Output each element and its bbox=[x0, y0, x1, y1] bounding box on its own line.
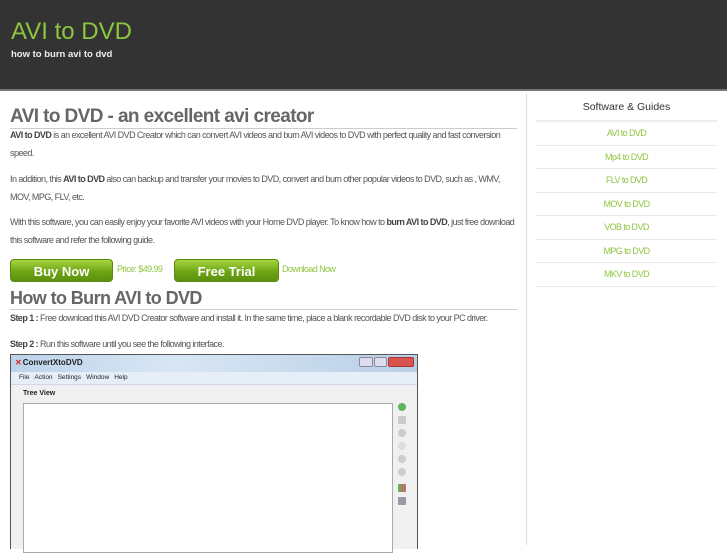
bold-text: AVI to DVD bbox=[63, 174, 105, 184]
down-icon bbox=[398, 468, 406, 476]
remove-icon bbox=[398, 429, 406, 437]
download-now-link[interactable]: Download Now bbox=[282, 264, 336, 274]
step-label: Step 2 : bbox=[10, 339, 39, 349]
free-trial-button[interactable]: Free Trial bbox=[174, 259, 279, 282]
edit-icon bbox=[398, 416, 406, 424]
minimize-icon bbox=[359, 357, 373, 367]
sidebar-item-mpg-to-dvd[interactable]: MPG to DVD bbox=[536, 240, 717, 263]
sidebar-item-vob-to-dvd[interactable]: VOB to DVD bbox=[536, 216, 717, 240]
tree-view-box bbox=[23, 403, 393, 553]
site-tagline: how to burn avi to dvd bbox=[11, 49, 113, 60]
app-titlebar: ✕ConvertXtoDVD bbox=[11, 355, 417, 372]
close-icon bbox=[388, 357, 414, 367]
paragraph-text: In addition, this bbox=[10, 174, 64, 184]
settings-icon bbox=[398, 484, 406, 492]
paragraph-text: is an excellent AVI DVD Creator which ca… bbox=[10, 130, 501, 158]
step-1: Step 1 : Free download this AVI DVD Crea… bbox=[10, 309, 520, 327]
app-menubar: File Action Settings Window Help bbox=[11, 372, 417, 385]
sidebar-item-avi-to-dvd[interactable]: AVI to DVD bbox=[536, 122, 717, 146]
sidebar-item-mov-to-dvd[interactable]: MOV to DVD bbox=[536, 193, 717, 216]
site-header: AVI to DVD how to burn avi to dvd bbox=[0, 0, 727, 91]
info-icon bbox=[398, 442, 406, 450]
app-logo-icon: ✕ bbox=[15, 358, 22, 367]
sidebar-item-mkv-to-dvd[interactable]: MKV to DVD bbox=[536, 263, 717, 287]
step-text: Free download this AVI DVD Creator softw… bbox=[38, 313, 488, 323]
app-screenshot: ✕ConvertXtoDVD File Action Settings Window H… bbox=[10, 354, 418, 553]
section-heading: How to Burn AVI to DVD bbox=[10, 288, 517, 310]
main-content: AVI to DVD - an excellent avi creator AV… bbox=[0, 93, 527, 553]
addition-paragraph: In addition, this AVI to DVD also can ba… bbox=[10, 170, 520, 206]
sidebar-title: Software & Guides bbox=[536, 93, 717, 122]
bold-text: burn AVI to DVD bbox=[386, 217, 448, 227]
sidebar-item-mp4-to-dvd[interactable]: Mp4 to DVD bbox=[536, 146, 717, 169]
up-icon bbox=[398, 455, 406, 463]
app-menu-help: Help bbox=[114, 374, 128, 381]
sidebar-item-flv-to-dvd[interactable]: FLV to DVD bbox=[536, 169, 717, 193]
step-2: Step 2 : Run this software until you see… bbox=[10, 335, 520, 353]
step-label: Step 1 : bbox=[10, 313, 39, 323]
sidebar: Software & Guides AVI to DVD Mp4 to DVD … bbox=[536, 93, 717, 287]
app-title: ConvertXtoDVD bbox=[22, 358, 83, 367]
step-text: Run this software until you see the foll… bbox=[38, 339, 224, 349]
monitor-icon bbox=[398, 497, 406, 505]
site-title[interactable]: AVI to DVD bbox=[11, 18, 132, 46]
buy-now-button[interactable]: Buy Now bbox=[10, 259, 113, 282]
intro-paragraph: AVI to DVD is an excellent AVI DVD Creat… bbox=[10, 126, 520, 162]
app-menu-file: File bbox=[19, 374, 30, 381]
bold-text: AVI to DVD bbox=[10, 130, 52, 140]
paragraph-text: With this software, you can easily enjoy… bbox=[10, 217, 387, 227]
maximize-icon bbox=[374, 357, 387, 367]
add-icon bbox=[398, 403, 406, 411]
app-menu-settings: Settings bbox=[57, 374, 82, 381]
app-menu-window: Window bbox=[86, 374, 110, 381]
app-menu-action: Action bbox=[34, 374, 53, 381]
usage-paragraph: With this software, you can easily enjoy… bbox=[10, 213, 520, 249]
price-link[interactable]: Price: $49.99 bbox=[117, 264, 163, 274]
tree-view-label: Tree View bbox=[23, 390, 56, 397]
